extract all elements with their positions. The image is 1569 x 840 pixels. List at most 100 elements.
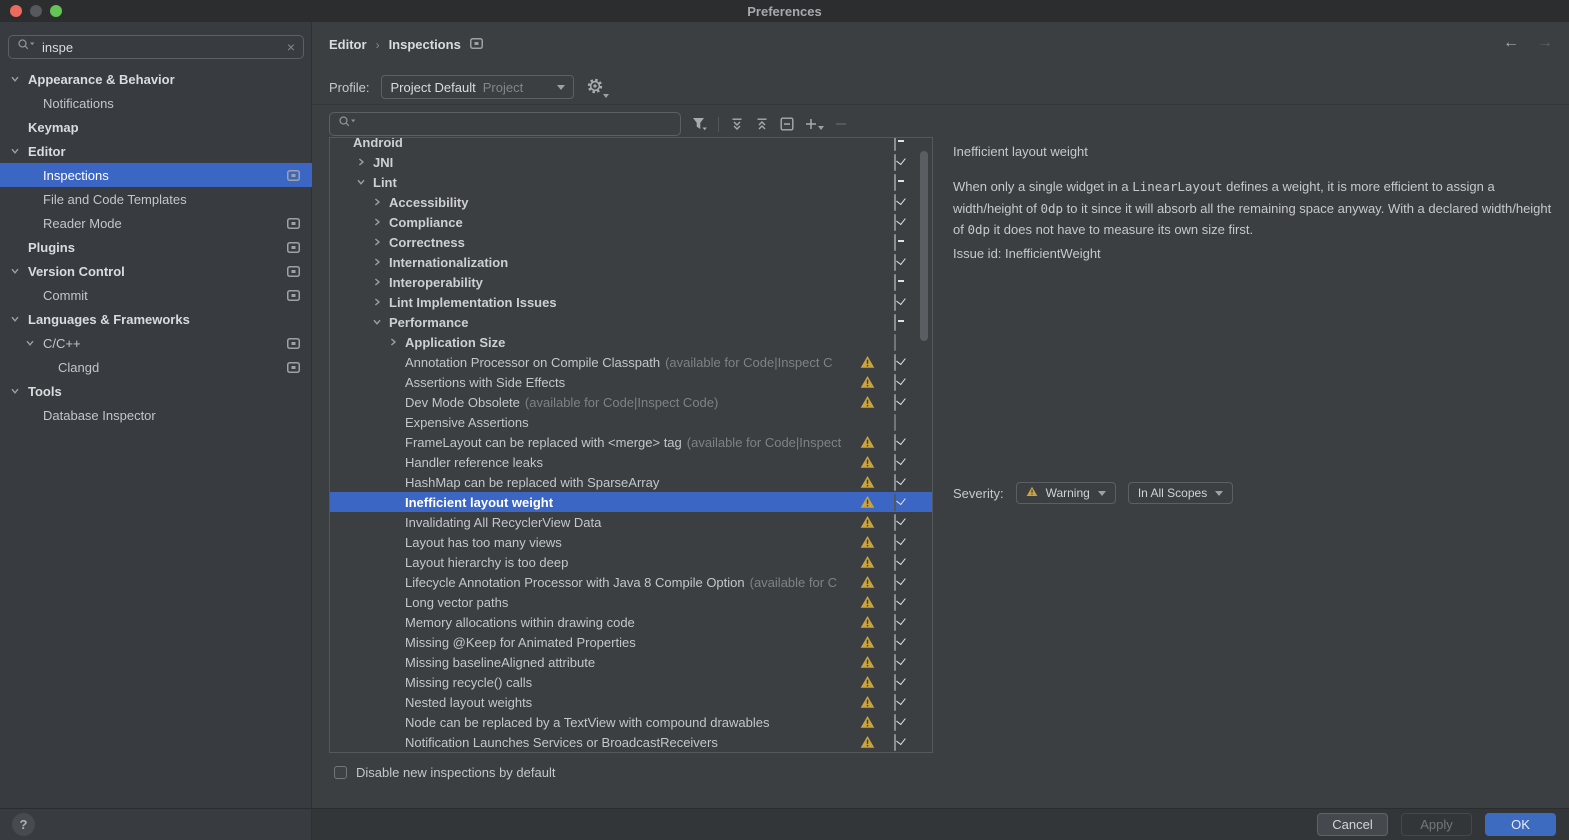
inspection-row[interactable]: Annotation Processor on Compile Classpat… bbox=[330, 352, 932, 372]
inspection-checkbox[interactable] bbox=[894, 714, 896, 731]
severity-dropdown[interactable]: Warning bbox=[1016, 482, 1116, 504]
inspection-row[interactable]: Notification Launches Services or Broadc… bbox=[330, 732, 932, 752]
inspection-checkbox[interactable] bbox=[894, 474, 896, 491]
chevron-right-icon[interactable] bbox=[372, 237, 389, 247]
chevron-right-icon[interactable] bbox=[372, 277, 389, 287]
profile-dropdown[interactable]: Project Default Project bbox=[381, 75, 574, 99]
forward-arrow-icon[interactable]: → bbox=[1537, 34, 1553, 52]
profile-gear-button[interactable] bbox=[586, 77, 604, 97]
inspection-checkbox[interactable] bbox=[894, 274, 896, 291]
settings-search-input[interactable] bbox=[42, 40, 281, 55]
inspection-row[interactable]: Inefficient layout weight bbox=[330, 492, 932, 512]
sidebar-item-plugins[interactable]: Plugins bbox=[0, 235, 312, 259]
inspection-checkbox[interactable] bbox=[894, 554, 896, 571]
inspection-row[interactable]: Compliance bbox=[330, 212, 932, 232]
inspection-checkbox[interactable] bbox=[894, 314, 896, 331]
collapse-all-icon[interactable] bbox=[755, 117, 769, 131]
sidebar-item-c-c-[interactable]: C/C++ bbox=[0, 331, 312, 355]
minimize-button[interactable] bbox=[30, 5, 42, 17]
sidebar-item-inspections[interactable]: Inspections bbox=[0, 163, 312, 187]
inspection-row[interactable]: Lint Implementation Issues bbox=[330, 292, 932, 312]
sidebar-item-appearance-behavior[interactable]: Appearance & Behavior bbox=[0, 67, 312, 91]
sidebar-item-keymap[interactable]: Keymap bbox=[0, 115, 312, 139]
inspection-row[interactable]: Dev Mode Obsolete(available for Code|Ins… bbox=[330, 392, 932, 412]
inspection-checkbox[interactable] bbox=[894, 154, 896, 171]
inspection-checkbox[interactable] bbox=[894, 454, 896, 471]
inspection-checkbox[interactable] bbox=[894, 214, 896, 231]
inspection-row[interactable]: Assertions with Side Effects bbox=[330, 372, 932, 392]
inspection-row[interactable]: Invalidating All RecyclerView Data bbox=[330, 512, 932, 532]
cancel-button[interactable]: Cancel bbox=[1317, 813, 1388, 836]
inspection-row[interactable]: Android bbox=[330, 137, 932, 152]
inspection-row[interactable]: Layout has too many views bbox=[330, 532, 932, 552]
sidebar-item-database-inspector[interactable]: Database Inspector bbox=[0, 403, 312, 427]
inspection-checkbox[interactable] bbox=[894, 194, 896, 211]
inspection-checkbox[interactable] bbox=[894, 734, 896, 751]
inspection-checkbox[interactable] bbox=[894, 654, 896, 671]
inspection-row[interactable]: HashMap can be replaced with SparseArray bbox=[330, 472, 932, 492]
ok-button[interactable]: OK bbox=[1485, 813, 1556, 836]
close-button[interactable] bbox=[10, 5, 22, 17]
sidebar-item-commit[interactable]: Commit bbox=[0, 283, 312, 307]
inspection-row[interactable]: Missing baselineAligned attribute bbox=[330, 652, 932, 672]
inspection-checkbox[interactable] bbox=[894, 174, 896, 191]
inspection-checkbox[interactable] bbox=[894, 574, 896, 591]
inspection-checkbox[interactable] bbox=[894, 494, 896, 511]
inspection-checkbox[interactable] bbox=[894, 514, 896, 531]
inspections-search-field[interactable] bbox=[329, 112, 681, 136]
inspection-row[interactable]: Internationalization bbox=[330, 252, 932, 272]
chevron-right-icon[interactable] bbox=[372, 257, 389, 267]
apply-button[interactable]: Apply bbox=[1401, 813, 1472, 836]
sidebar-item-notifications[interactable]: Notifications bbox=[0, 91, 312, 115]
inspection-row[interactable]: Missing @Keep for Animated Properties bbox=[330, 632, 932, 652]
chevron-down-icon[interactable] bbox=[10, 386, 28, 396]
sidebar-item-editor[interactable]: Editor bbox=[0, 139, 312, 163]
inspection-checkbox[interactable] bbox=[894, 694, 896, 711]
chevron-right-icon[interactable] bbox=[372, 297, 389, 307]
filter-icon[interactable] bbox=[692, 117, 707, 131]
expand-all-icon[interactable] bbox=[730, 117, 744, 131]
scrollbar[interactable] bbox=[920, 151, 928, 341]
inspection-row[interactable]: Application Size bbox=[330, 332, 932, 352]
sidebar-item-version-control[interactable]: Version Control bbox=[0, 259, 312, 283]
chevron-down-icon[interactable] bbox=[372, 317, 389, 327]
inspection-checkbox[interactable] bbox=[894, 434, 896, 451]
zoom-button[interactable] bbox=[50, 5, 62, 17]
back-arrow-icon[interactable]: ← bbox=[1503, 34, 1519, 52]
inspection-checkbox[interactable] bbox=[894, 414, 896, 431]
inspection-row[interactable]: Layout hierarchy is too deep bbox=[330, 552, 932, 572]
inspections-search-input[interactable] bbox=[357, 117, 672, 132]
add-icon[interactable] bbox=[805, 118, 824, 130]
chevron-right-icon[interactable] bbox=[372, 217, 389, 227]
inspection-checkbox[interactable] bbox=[894, 254, 896, 271]
inspection-checkbox[interactable] bbox=[894, 534, 896, 551]
inspection-checkbox[interactable] bbox=[894, 234, 896, 251]
inspection-row[interactable]: Long vector paths bbox=[330, 592, 932, 612]
inspection-checkbox[interactable] bbox=[894, 634, 896, 651]
inspection-checkbox[interactable] bbox=[894, 614, 896, 631]
inspection-row[interactable]: Nested layout weights bbox=[330, 692, 932, 712]
inspection-checkbox[interactable] bbox=[894, 594, 896, 611]
clear-search-icon[interactable]: × bbox=[287, 40, 295, 54]
inspection-checkbox[interactable] bbox=[894, 334, 896, 351]
sidebar-item-clangd[interactable]: Clangd bbox=[0, 355, 312, 379]
inspection-checkbox[interactable] bbox=[894, 394, 896, 411]
chevron-down-icon[interactable] bbox=[10, 314, 28, 324]
inspection-row[interactable]: Lint bbox=[330, 172, 932, 192]
inspection-checkbox[interactable] bbox=[894, 674, 896, 691]
help-button[interactable]: ? bbox=[12, 813, 35, 836]
inspection-row[interactable]: Handler reference leaks bbox=[330, 452, 932, 472]
sidebar-item-file-and-code-templates[interactable]: File and Code Templates bbox=[0, 187, 312, 211]
chevron-down-icon[interactable] bbox=[10, 266, 28, 276]
inspection-row[interactable]: Expensive Assertions bbox=[330, 412, 932, 432]
remove-icon[interactable] bbox=[835, 118, 847, 130]
settings-search-field[interactable]: × bbox=[8, 35, 304, 59]
chevron-down-icon[interactable] bbox=[10, 146, 28, 156]
inspection-row[interactable]: Missing recycle() calls bbox=[330, 672, 932, 692]
inspection-row[interactable]: Performance bbox=[330, 312, 932, 332]
scope-dropdown[interactable]: In All Scopes bbox=[1128, 482, 1233, 504]
inspection-row[interactable]: Correctness bbox=[330, 232, 932, 252]
inspection-row[interactable]: FrameLayout can be replaced with <merge>… bbox=[330, 432, 932, 452]
sidebar-item-reader-mode[interactable]: Reader Mode bbox=[0, 211, 312, 235]
inspection-row[interactable]: Accessibility bbox=[330, 192, 932, 212]
